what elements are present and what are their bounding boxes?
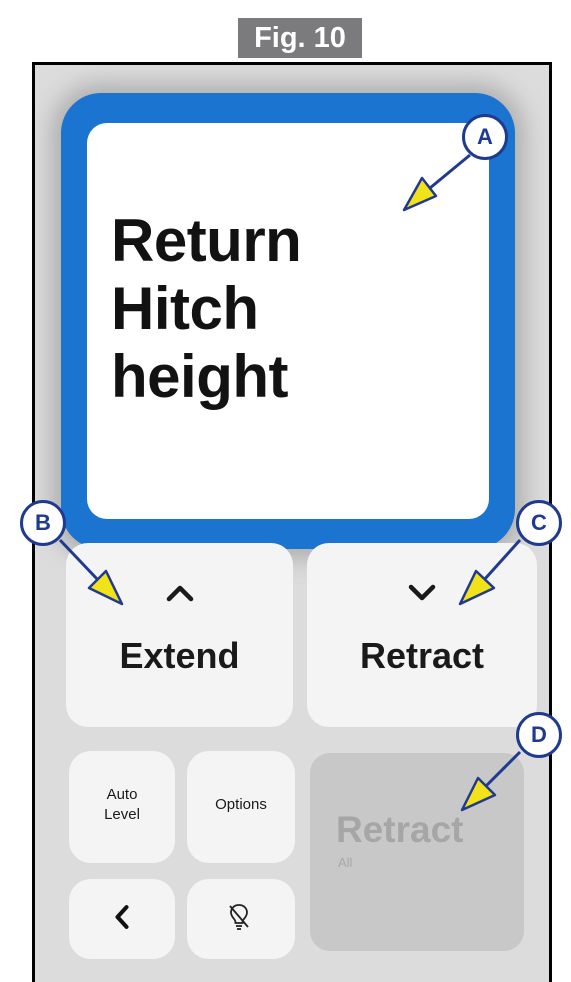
callout-b: B	[20, 500, 66, 546]
light-toggle-button[interactable]	[187, 879, 295, 959]
message-line-2: Hitch	[111, 275, 259, 342]
extend-label: Extend	[119, 635, 240, 676]
chevron-down-icon	[408, 584, 436, 601]
figure-label: Fig. 10	[238, 18, 362, 58]
message-line-3: height	[111, 343, 288, 410]
callout-c: C	[516, 500, 562, 546]
options-label: Options	[215, 796, 267, 813]
message-display-panel: Return Hitch height	[87, 123, 489, 519]
options-button[interactable]: Options	[187, 751, 295, 863]
back-button[interactable]	[69, 879, 175, 959]
extend-button[interactable]: Extend	[66, 543, 293, 727]
control-screen: Return Hitch height Extend Retract Auto …	[35, 65, 549, 982]
retract-all-button[interactable]: Retract All	[310, 753, 524, 951]
retract-button[interactable]: Retract	[307, 543, 537, 727]
auto-level-label-line1: Auto	[106, 786, 138, 803]
callout-d: D	[516, 712, 562, 758]
auto-level-label-line2: Level	[104, 806, 140, 823]
message-text: Return Hitch height	[111, 207, 302, 411]
retract-all-sublabel: All	[338, 855, 353, 870]
message-display: Return Hitch height	[61, 93, 515, 549]
light-off-icon	[229, 904, 249, 930]
retract-all-label: Retract	[336, 809, 464, 850]
retract-label: Retract	[359, 635, 485, 676]
message-line-1: Return	[111, 207, 302, 274]
auto-level-button[interactable]: Auto Level	[69, 751, 175, 863]
callout-a: A	[462, 114, 508, 160]
device-frame: Return Hitch height Extend Retract Auto …	[32, 62, 552, 982]
chevron-left-icon	[115, 905, 129, 929]
chevron-up-icon	[166, 585, 193, 602]
